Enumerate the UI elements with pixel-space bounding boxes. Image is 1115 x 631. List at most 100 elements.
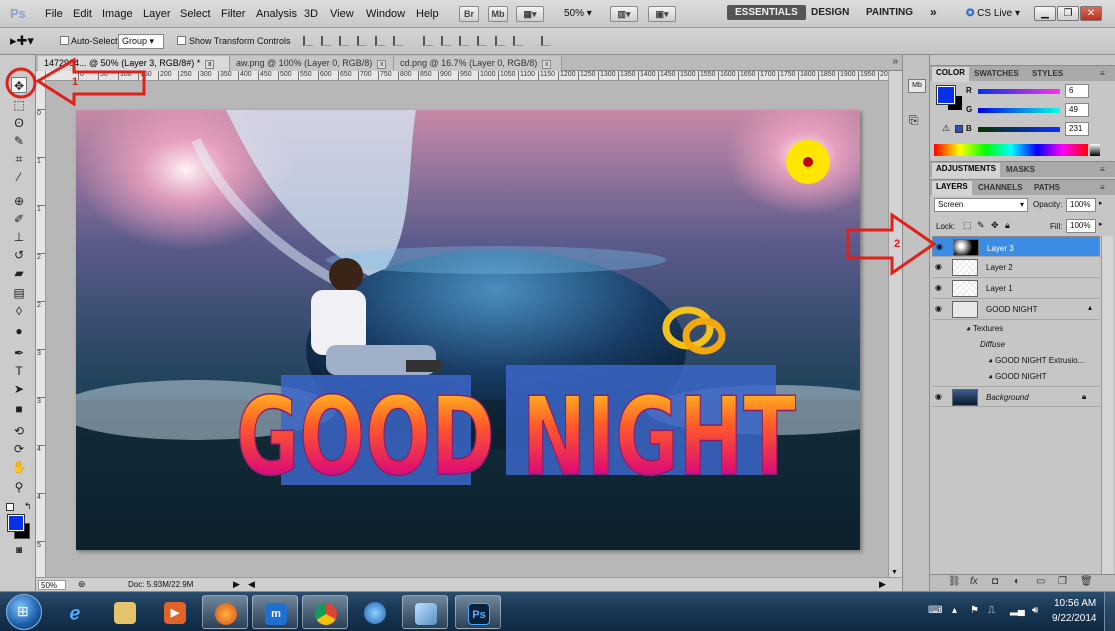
align-horizontal-center-icon[interactable] bbox=[375, 36, 385, 46]
shape-tool-icon[interactable]: ■ bbox=[11, 401, 27, 417]
diffuse-group[interactable]: Diffuse bbox=[980, 340, 1005, 349]
cs-live-button[interactable]: ✪ CS Live ▾ bbox=[966, 8, 1020, 19]
brush-tool-icon[interactable]: ✐ bbox=[11, 211, 27, 227]
menu-file[interactable]: File bbox=[45, 8, 63, 20]
mini-bridge-button[interactable]: Mb bbox=[488, 6, 508, 22]
fill-slider-arrow-icon[interactable]: ▸ bbox=[1099, 220, 1103, 228]
auto-align-layers-icon[interactable] bbox=[541, 36, 551, 46]
out-of-gamut-warning-icon[interactable]: ⚠ bbox=[942, 123, 950, 134]
taskbar-chrome[interactable] bbox=[302, 595, 348, 629]
scroll-right-icon[interactable]: ▶ bbox=[879, 579, 886, 590]
taskbar-browser[interactable] bbox=[352, 595, 398, 629]
dodge-tool-icon[interactable]: ● bbox=[11, 323, 27, 339]
show-desktop-button[interactable] bbox=[1104, 592, 1115, 631]
lock-all-icon[interactable]: 🔒︎ bbox=[1005, 220, 1010, 231]
layer-row-layer-3[interactable]: ◉ Layer 3 bbox=[932, 236, 1100, 257]
add-mask-icon[interactable]: ◘ bbox=[992, 576, 998, 587]
layer-row-layer-1[interactable]: ◉ Layer 1 bbox=[932, 278, 1100, 299]
zoom-tool-icon[interactable]: ⚲ bbox=[11, 479, 27, 495]
distribute-left-icon[interactable] bbox=[477, 36, 487, 46]
gradient-tool-icon[interactable]: ▤ bbox=[11, 285, 27, 301]
color-panel-menu-icon[interactable]: ≡ bbox=[1096, 68, 1109, 79]
menu-view[interactable]: View bbox=[330, 8, 354, 20]
menu-select[interactable]: Select bbox=[180, 8, 211, 20]
visibility-eye-icon[interactable]: ◉ bbox=[936, 243, 946, 251]
adjustments-menu-icon[interactable]: ≡ bbox=[1096, 164, 1109, 175]
foreground-color-swatch[interactable] bbox=[7, 514, 25, 532]
network-tray-icon[interactable]: ⎍ bbox=[988, 605, 995, 616]
texture-item-good-night[interactable]: ◕ GOOD NIGHT bbox=[988, 372, 1047, 381]
quick-mask-icon[interactable]: ◙ bbox=[11, 543, 27, 559]
layer-row-good-night[interactable]: ◉ GOOD NIGHT ▴ bbox=[932, 299, 1100, 320]
color-spectrum-bar[interactable] bbox=[934, 144, 1088, 156]
pen-tool-icon[interactable]: ✒ bbox=[11, 345, 27, 361]
signal-tray-icon[interactable]: ▂▄ bbox=[1010, 605, 1025, 616]
blue-slider[interactable] bbox=[978, 127, 1060, 132]
align-left-icon[interactable] bbox=[357, 36, 367, 46]
distribute-right-icon[interactable] bbox=[513, 36, 523, 46]
more-workspaces-icon[interactable]: » bbox=[930, 5, 937, 19]
opacity-slider-arrow-icon[interactable]: ▸ bbox=[1099, 199, 1103, 207]
keyboard-tray-icon[interactable]: ⌨ bbox=[928, 605, 942, 616]
red-value[interactable]: 6 bbox=[1065, 84, 1089, 98]
3d-rotate-tool-icon[interactable]: ⟲ bbox=[11, 423, 27, 439]
tabs-overflow-icon[interactable]: » bbox=[892, 56, 898, 67]
layer-row-layer-2[interactable]: ◉ Layer 2 bbox=[932, 257, 1100, 278]
opacity-field[interactable]: 100% bbox=[1066, 198, 1096, 212]
visibility-eye-icon[interactable]: ◉ bbox=[935, 263, 945, 271]
hand-tool-icon[interactable]: ✋ bbox=[11, 459, 27, 475]
start-button[interactable]: ⊞ bbox=[6, 594, 42, 630]
align-right-icon[interactable] bbox=[393, 36, 403, 46]
menu-layer[interactable]: Layer bbox=[143, 8, 171, 20]
black-white-ramp[interactable] bbox=[1090, 144, 1100, 156]
distribute-bottom-icon[interactable] bbox=[459, 36, 469, 46]
close-tab-icon[interactable]: x bbox=[377, 60, 387, 69]
bridge-button[interactable]: Br bbox=[459, 6, 479, 22]
eraser-tool-icon[interactable]: ▰ bbox=[11, 265, 27, 281]
red-slider[interactable] bbox=[978, 89, 1060, 94]
expand-effects-icon[interactable]: ▴ bbox=[1088, 303, 1092, 312]
new-layer-icon[interactable]: ❐ bbox=[1058, 576, 1067, 587]
menu-analysis[interactable]: Analysis bbox=[256, 8, 297, 20]
gamut-color-swatch[interactable] bbox=[955, 125, 963, 133]
auto-select-dropdown[interactable]: Group ▾ bbox=[118, 34, 164, 49]
tab-document-3[interactable]: cd.png @ 16.7% (Layer 0, RGB/8) x bbox=[394, 56, 562, 71]
distribute-center-icon[interactable] bbox=[441, 36, 451, 46]
delete-layer-icon[interactable]: 🗑︎ bbox=[1080, 576, 1093, 587]
menu-image[interactable]: Image bbox=[102, 8, 133, 20]
workspace-design[interactable]: DESIGN bbox=[811, 7, 849, 18]
default-colors-icon[interactable] bbox=[6, 503, 14, 511]
taskbar-app[interactable]: m bbox=[252, 595, 298, 629]
align-vertical-center-icon[interactable] bbox=[321, 36, 331, 46]
layers-scrollbar[interactable] bbox=[1101, 236, 1113, 576]
volume-tray-icon[interactable]: 🔊︎ bbox=[1032, 605, 1038, 616]
tab-masks[interactable]: MASKS bbox=[1002, 164, 1039, 175]
green-value[interactable]: 49 bbox=[1065, 103, 1089, 117]
scroll-left-icon[interactable]: ◀ bbox=[248, 579, 255, 590]
blur-tool-icon[interactable]: ◊ bbox=[11, 303, 27, 319]
taskbar-media[interactable]: ▶ bbox=[152, 595, 198, 629]
mini-bridge-panel-icon[interactable]: Mb bbox=[908, 79, 926, 93]
layers-panel-menu-icon[interactable]: ≡ bbox=[1096, 182, 1109, 193]
workspace-essentials[interactable]: ESSENTIALS bbox=[727, 5, 806, 20]
clone-stamp-tool-icon[interactable]: ⊥ bbox=[11, 229, 27, 245]
link-layers-icon[interactable]: ⛓ bbox=[948, 576, 961, 587]
eyedropper-tool-icon[interactable]: ⁄ bbox=[11, 169, 27, 185]
document-canvas[interactable]: GOOD NIGHT bbox=[76, 110, 860, 550]
show-transform-checkbox[interactable] bbox=[177, 36, 186, 45]
3d-orbit-tool-icon[interactable]: ⟳ bbox=[11, 441, 27, 457]
tab-channels[interactable]: CHANNELS bbox=[974, 182, 1026, 193]
lock-position-icon[interactable]: ✥ bbox=[991, 220, 999, 231]
blend-mode-dropdown[interactable]: Screen ▾ bbox=[934, 198, 1028, 212]
healing-brush-tool-icon[interactable]: ⊕ bbox=[11, 193, 27, 209]
menu-edit[interactable]: Edit bbox=[73, 8, 92, 20]
taskbar-firefox[interactable] bbox=[202, 595, 248, 629]
blue-value[interactable]: 231 bbox=[1065, 122, 1089, 136]
restore-button[interactable]: ❐ bbox=[1057, 6, 1079, 21]
close-tab-icon[interactable]: x bbox=[542, 60, 552, 69]
lock-transparent-icon[interactable]: ⬚ bbox=[963, 220, 972, 231]
move-tool-preset-icon[interactable]: ▸✚▾ bbox=[10, 33, 34, 49]
history-panel-icon[interactable]: ⎘ bbox=[909, 113, 919, 128]
action-center-flag-icon[interactable]: ⚑ bbox=[970, 605, 979, 616]
textures-group[interactable]: ◕ Textures bbox=[966, 324, 1003, 333]
